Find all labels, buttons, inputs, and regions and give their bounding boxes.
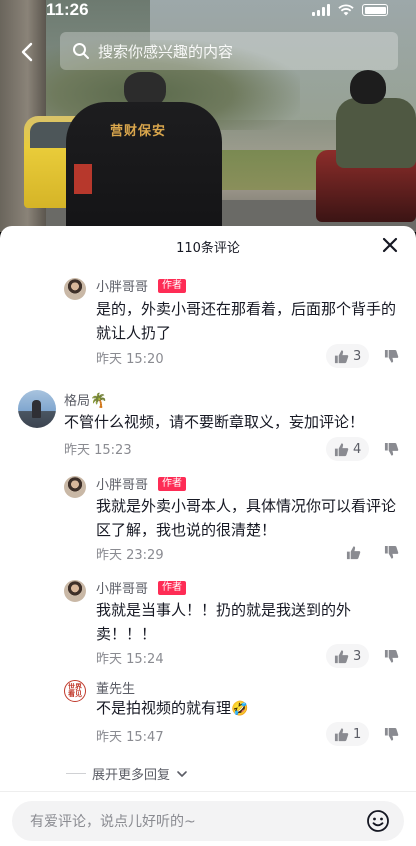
video-delivery-rider: [316, 70, 416, 222]
reply-item: 小胖哥哥 作者 我就是外卖小哥本人，具体情况你可以看评论区了解，我也说的很清楚！…: [0, 470, 416, 570]
like-count: 3: [353, 348, 362, 364]
comment-time: 昨天 23:29: [96, 548, 164, 563]
thumb-down-icon: [384, 442, 398, 456]
input-divider: [0, 791, 416, 792]
battery-icon: [362, 4, 388, 16]
comment-time: 昨天 15:20: [96, 352, 164, 367]
chevron-down-icon: [177, 770, 187, 777]
author-tag: 作者: [158, 477, 186, 491]
thumb-up-icon: [334, 649, 349, 663]
comment-text[interactable]: 我就是当事人！！扔的就是我送到的外卖！！！: [96, 598, 386, 646]
video-security-guard: 营财保安: [66, 72, 222, 232]
rider-body: [336, 98, 416, 168]
like-count: 4: [353, 441, 362, 457]
thumb-down-icon: [384, 649, 398, 663]
expand-replies-button[interactable]: 展开更多回复: [66, 764, 188, 783]
thumb-down-icon: [384, 349, 398, 363]
author-tag: 作者: [158, 279, 186, 293]
comment-username[interactable]: 小胖哥哥: [96, 276, 148, 295]
author-tag: 作者: [158, 581, 186, 595]
search-icon: [73, 43, 89, 59]
comment-sheet: 110条评论 小胖哥哥 作者 是的，外卖小哥还在那看着，后面那个背手的就让人扔了…: [0, 226, 416, 846]
comment-input-placeholder: 有爱评论，说点儿好听的~: [30, 814, 196, 830]
reply-item: 小胖哥哥 作者 我就是当事人！！扔的就是我送到的外卖！！！ 昨天 15:24 3: [0, 574, 416, 674]
like-button[interactable]: 3: [326, 344, 370, 368]
thumb-up-icon: [346, 545, 361, 559]
dislike-button[interactable]: [380, 645, 402, 667]
comment-item: 格局🌴 不管什么视频，请不要断章取义，妄加评论！ 昨天 15:23 4: [0, 386, 416, 466]
search-input[interactable]: 搜索你感兴趣的内容: [60, 32, 398, 70]
dislike-button[interactable]: [380, 723, 402, 745]
avatar[interactable]: [64, 580, 86, 602]
smiley-icon[interactable]: [366, 809, 390, 833]
dislike-button[interactable]: [380, 438, 402, 460]
like-button[interactable]: 4: [326, 437, 370, 461]
comment-time: 昨天 15:47: [96, 730, 164, 745]
palm-tree-emoji: 🌴: [90, 393, 108, 409]
thumb-up-icon: [334, 349, 349, 363]
comment-text[interactable]: 不管什么视频，请不要断章取义，妄加评论！: [64, 410, 404, 434]
avatar[interactable]: [64, 476, 86, 498]
comment-text[interactable]: 不是拍视频的就有理🤣: [96, 696, 396, 721]
status-bar: 11:26: [0, 0, 416, 24]
comment-username[interactable]: 小胖哥哥: [96, 578, 148, 597]
expand-divider: [66, 773, 86, 774]
username-text: 格局: [64, 394, 91, 409]
reply-item: 小胖哥哥 作者 是的，外卖小哥还在那看着，后面那个背手的就让人扔了 昨天 15:…: [0, 272, 416, 372]
comment-text[interactable]: 我就是外卖小哥本人，具体情况你可以看评论区了解，我也说的很清楚！: [96, 494, 400, 542]
comment-text-body: 不是拍视频的就有理: [96, 699, 232, 717]
like-button[interactable]: [338, 540, 373, 564]
comment-time: 昨天 15:24: [96, 652, 164, 667]
comment-time: 昨天 15:23: [64, 443, 132, 458]
thumb-up-icon: [334, 727, 349, 741]
thumb-down-icon: [384, 545, 398, 559]
like-button[interactable]: 3: [326, 644, 370, 668]
thumb-up-icon: [334, 442, 349, 456]
avatar[interactable]: [64, 278, 86, 300]
avatar[interactable]: 世界 看见: [64, 680, 86, 702]
thumb-down-icon: [384, 727, 398, 741]
like-button[interactable]: 1: [326, 722, 370, 746]
guard-vest-text: 营财保安: [110, 124, 167, 139]
status-icons: [312, 4, 388, 16]
dislike-button[interactable]: [380, 345, 402, 367]
like-count: 3: [353, 648, 362, 664]
expand-label: 展开更多回复: [92, 768, 171, 783]
guard-armband: [74, 164, 92, 194]
reply-item: 世界 看见 董先生 不是拍视频的就有理🤣 昨天 15:47 1: [0, 676, 416, 756]
comment-input[interactable]: 有爱评论，说点儿好听的~: [12, 801, 404, 841]
rofl-emoji: 🤣: [231, 701, 249, 717]
rider-helmet: [350, 70, 386, 104]
avatar[interactable]: [18, 390, 56, 428]
comment-count-title: 110条评论: [176, 241, 240, 256]
signal-icon: [312, 4, 330, 16]
sheet-header: 110条评论: [0, 226, 416, 264]
comment-text[interactable]: 是的，外卖小哥还在那看着，后面那个背手的就让人扔了: [96, 297, 396, 345]
wifi-icon: [338, 4, 354, 16]
comment-username[interactable]: 董先生: [96, 678, 135, 697]
like-count: 1: [353, 726, 362, 742]
close-icon[interactable]: [380, 235, 400, 255]
search-placeholder: 搜索你感兴趣的内容: [98, 42, 234, 61]
comment-username[interactable]: 格局🌴: [64, 390, 107, 409]
dislike-button[interactable]: [380, 541, 402, 563]
avatar-text: 世界 看见: [68, 683, 82, 698]
status-time: 11:26: [46, 0, 89, 19]
comment-username[interactable]: 小胖哥哥: [96, 474, 148, 493]
chevron-left-icon[interactable]: [16, 40, 40, 64]
